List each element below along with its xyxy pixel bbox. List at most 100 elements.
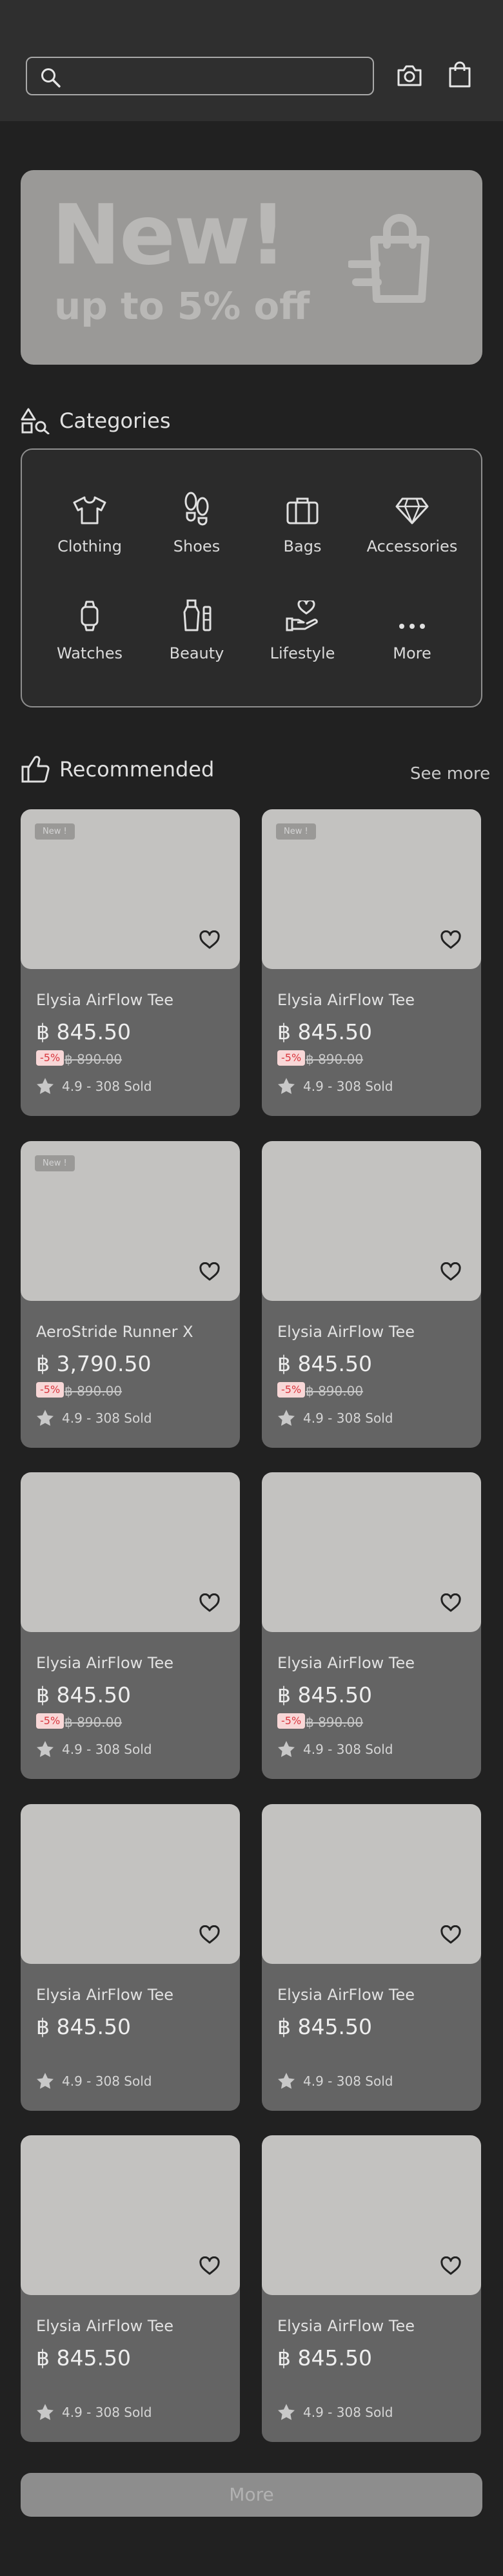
camera-icon[interactable] <box>396 62 423 91</box>
original-price: ฿ 890.00 <box>64 1715 123 1730</box>
product-rating: 4.9 - 308 Sold <box>277 1740 393 1758</box>
product-card[interactable]: New ! Elysia AirFlow Tee ฿ 845.50 -5% ฿ … <box>262 809 481 1116</box>
watch-icon <box>35 597 144 633</box>
search-input[interactable] <box>26 57 374 95</box>
heart-icon[interactable] <box>199 1262 221 1284</box>
rating-text: 4.9 - 308 Sold <box>303 1742 393 1757</box>
category-more[interactable]: More <box>357 597 467 662</box>
heart-icon[interactable] <box>199 930 221 952</box>
product-name: Elysia AirFlow Tee <box>36 1986 174 2004</box>
new-badge: New ! <box>35 823 75 840</box>
product-rating: 4.9 - 308 Sold <box>277 2072 393 2090</box>
product-name: Elysia AirFlow Tee <box>277 1986 415 2004</box>
banner-headline: New! <box>52 187 287 284</box>
product-name: Elysia AirFlow Tee <box>277 991 415 1009</box>
category-bags[interactable]: Bags <box>248 490 357 555</box>
product-price: ฿ 845.50 <box>277 2014 372 2039</box>
heart-icon[interactable] <box>199 2256 221 2278</box>
category-accessories[interactable]: Accessories <box>357 490 467 555</box>
category-clothing[interactable]: Clothing <box>35 490 144 555</box>
heart-icon[interactable] <box>440 1262 462 1284</box>
rating-text: 4.9 - 308 Sold <box>62 2073 152 2089</box>
original-price: ฿ 890.00 <box>306 1715 364 1730</box>
see-more-link[interactable]: See more <box>410 764 490 783</box>
product-card[interactable]: Elysia AirFlow Tee ฿ 845.50 4.9 - 308 So… <box>21 2135 240 2442</box>
product-price: ฿ 845.50 <box>36 1682 131 1707</box>
category-beauty[interactable]: Beauty <box>142 597 252 662</box>
footprints-icon <box>142 490 252 526</box>
category-label: Beauty <box>169 644 224 662</box>
product-card[interactable]: New ! AeroStride Runner X ฿ 3,790.50 -5%… <box>21 1141 240 1448</box>
briefcase-icon <box>248 490 357 526</box>
discount-badge: -5% <box>277 1050 306 1066</box>
star-icon <box>37 1078 54 1094</box>
product-card[interactable]: Elysia AirFlow Tee ฿ 845.50 4.9 - 308 So… <box>21 1804 240 2111</box>
perfume-icon <box>142 597 252 633</box>
star-icon <box>278 2404 295 2420</box>
star-icon <box>278 2073 295 2089</box>
discount-badge: -5% <box>36 1382 64 1398</box>
product-rating: 4.9 - 308 Sold <box>36 1740 152 1758</box>
new-badge: New ! <box>276 823 316 840</box>
discount-badge: -5% <box>277 1382 306 1398</box>
product-card[interactable]: Elysia AirFlow Tee ฿ 845.50 4.9 - 308 So… <box>262 1804 481 2111</box>
heart-icon[interactable] <box>440 2256 462 2278</box>
rating-text: 4.9 - 308 Sold <box>303 2405 393 2420</box>
new-badge: New ! <box>35 1155 75 1171</box>
load-more-button[interactable]: More <box>21 2473 482 2517</box>
category-label: Lifestyle <box>270 644 335 662</box>
heart-icon[interactable] <box>440 1925 462 1947</box>
star-icon <box>37 1410 54 1426</box>
original-price: ฿ 890.00 <box>64 1052 123 1067</box>
star-icon <box>37 1741 54 1757</box>
heart-icon[interactable] <box>199 1593 221 1615</box>
category-shoes[interactable]: Shoes <box>142 490 252 555</box>
product-rating: 4.9 - 308 Sold <box>36 1077 152 1095</box>
rating-text: 4.9 - 308 Sold <box>62 1742 152 1757</box>
promo-banner[interactable]: New! up to 5% off <box>21 170 482 365</box>
product-price: ฿ 845.50 <box>36 2345 131 2370</box>
product-card[interactable]: Elysia AirFlow Tee ฿ 845.50 4.9 - 308 So… <box>262 2135 481 2442</box>
star-icon <box>278 1410 295 1426</box>
original-price: ฿ 890.00 <box>306 1383 364 1399</box>
product-rating: 4.9 - 308 Sold <box>277 1077 393 1095</box>
product-price: ฿ 3,790.50 <box>36 1351 152 1376</box>
product-rating: 4.9 - 308 Sold <box>36 2403 152 2421</box>
heart-icon[interactable] <box>440 930 462 952</box>
category-label: Shoes <box>173 537 221 555</box>
hand-heart-icon <box>248 597 357 633</box>
category-label: Clothing <box>57 537 122 555</box>
discount-badge: -5% <box>36 1050 64 1066</box>
product-card[interactable]: Elysia AirFlow Tee ฿ 845.50 -5% ฿ 890.00… <box>262 1472 481 1779</box>
product-rating: 4.9 - 308 Sold <box>36 2072 152 2090</box>
star-icon <box>37 2404 54 2420</box>
banner-subline: up to 5% off <box>54 284 310 328</box>
thumbs-up-icon <box>21 755 50 786</box>
product-price: ฿ 845.50 <box>277 1019 372 1044</box>
star-icon <box>278 1741 295 1757</box>
category-lifestyle[interactable]: Lifestyle <box>248 597 357 662</box>
rating-text: 4.9 - 308 Sold <box>303 1410 393 1426</box>
original-price: ฿ 890.00 <box>64 1383 123 1399</box>
product-card[interactable]: Elysia AirFlow Tee ฿ 845.50 -5% ฿ 890.00… <box>262 1141 481 1448</box>
rating-text: 4.9 - 308 Sold <box>62 2405 152 2420</box>
original-price: ฿ 890.00 <box>306 1052 364 1067</box>
product-name: Elysia AirFlow Tee <box>36 2317 174 2335</box>
shopping-bag-icon[interactable] <box>446 59 473 91</box>
category-watches[interactable]: Watches <box>35 597 144 662</box>
product-card[interactable]: New ! Elysia AirFlow Tee ฿ 845.50 -5% ฿ … <box>21 809 240 1116</box>
product-name: Elysia AirFlow Tee <box>36 1654 174 1672</box>
recommended-title: Recommended <box>59 757 215 782</box>
rating-text: 4.9 - 308 Sold <box>303 1079 393 1094</box>
heart-icon[interactable] <box>440 1593 462 1615</box>
categories-title: Categories <box>59 409 171 433</box>
heart-icon[interactable] <box>199 1925 221 1947</box>
rating-text: 4.9 - 308 Sold <box>62 1079 152 1094</box>
star-icon <box>37 2073 54 2089</box>
search-icon <box>40 67 62 91</box>
product-price: ฿ 845.50 <box>277 1682 372 1707</box>
product-card[interactable]: Elysia AirFlow Tee ฿ 845.50 -5% ฿ 890.00… <box>21 1472 240 1779</box>
product-rating: 4.9 - 308 Sold <box>277 2403 393 2421</box>
product-name: Elysia AirFlow Tee <box>277 1654 415 1672</box>
more-dots-icon <box>357 597 467 633</box>
